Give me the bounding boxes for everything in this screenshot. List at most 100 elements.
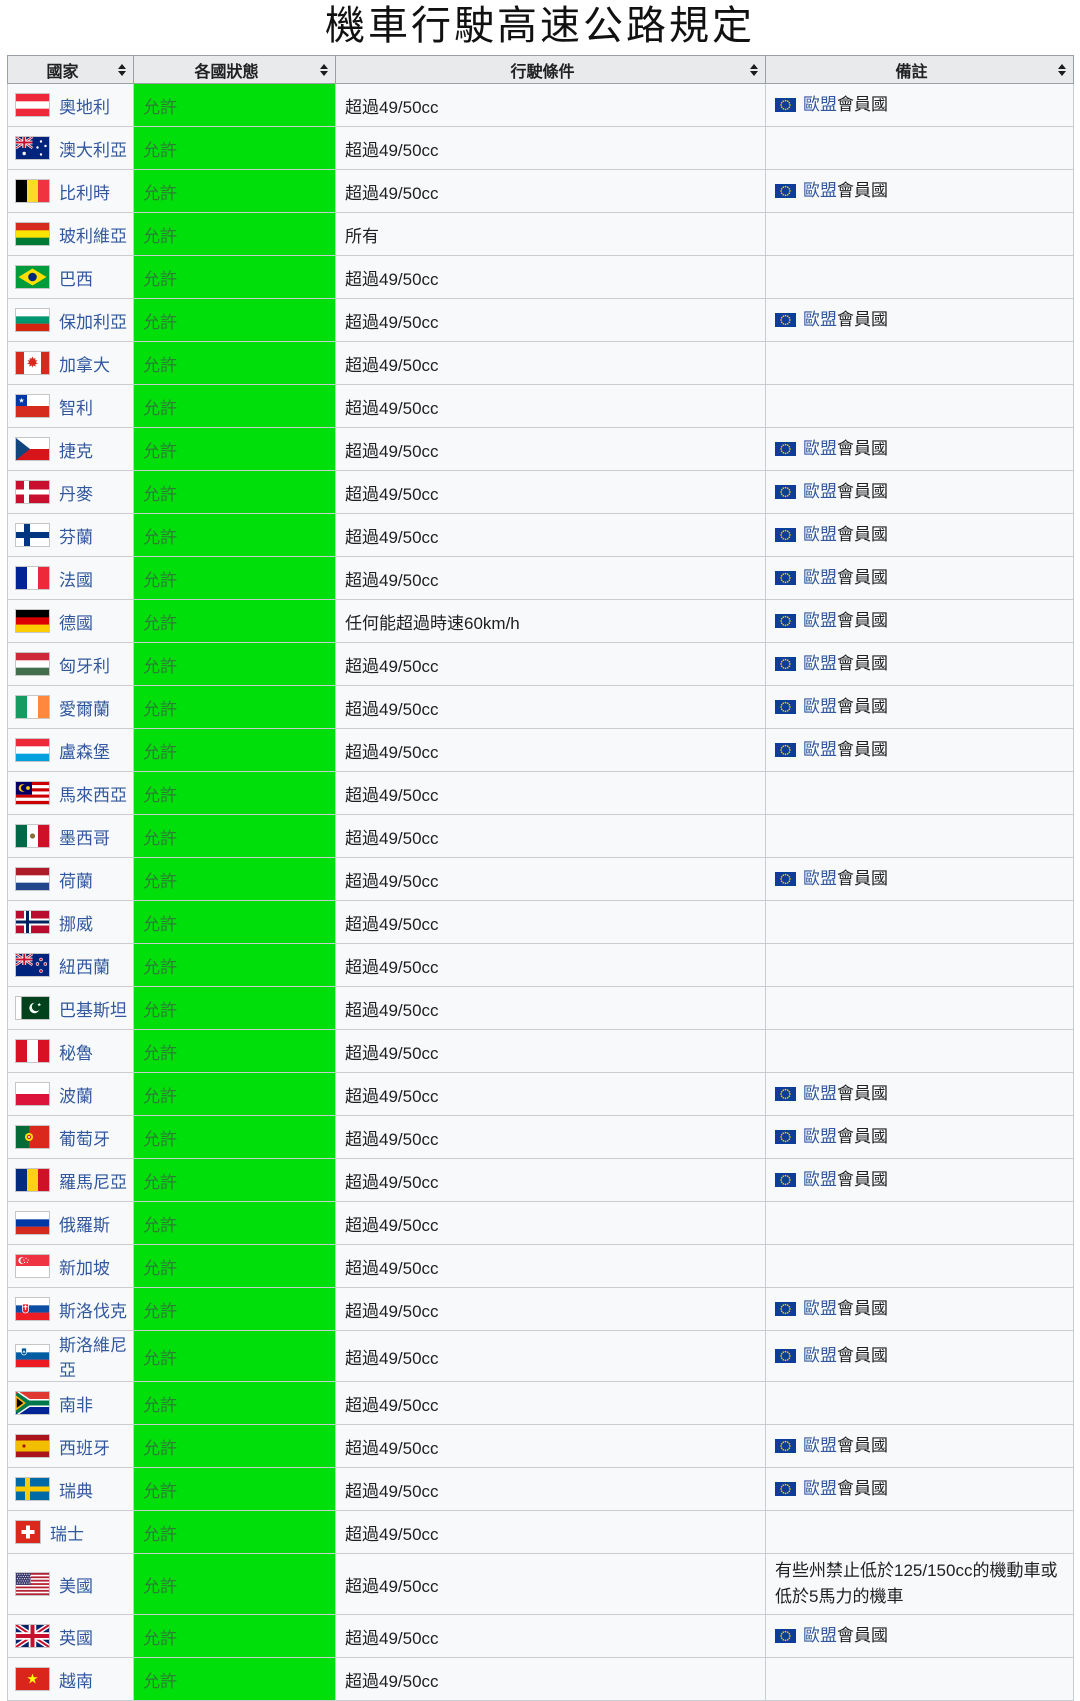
eu-link[interactable]: 歐盟	[803, 1346, 837, 1365]
country-link[interactable]: 法國	[59, 566, 93, 591]
flag-icon-vn[interactable]	[15, 1667, 50, 1691]
country-link[interactable]: 馬來西亞	[59, 781, 127, 806]
sort-icon[interactable]	[1058, 64, 1066, 76]
eu-flag-icon[interactable]	[775, 442, 796, 456]
eu-link[interactable]: 歐盟	[803, 697, 837, 716]
eu-link[interactable]: 歐盟	[803, 654, 837, 673]
country-link[interactable]: 丹麥	[59, 480, 93, 505]
eu-link[interactable]: 歐盟	[803, 1170, 837, 1189]
eu-link[interactable]: 歐盟	[803, 1479, 837, 1498]
country-link[interactable]: 越南	[59, 1667, 93, 1692]
sort-icon[interactable]	[320, 64, 328, 76]
flag-icon-fi[interactable]	[15, 523, 50, 547]
flag-icon-nl[interactable]	[15, 867, 50, 891]
column-header-4[interactable]: 備註	[766, 56, 1074, 84]
country-link[interactable]: 波蘭	[59, 1082, 93, 1107]
flag-icon-sg[interactable]	[15, 1254, 50, 1278]
eu-flag-icon[interactable]	[775, 1173, 796, 1187]
flag-icon-dk[interactable]	[15, 480, 50, 504]
eu-flag-icon[interactable]	[775, 1439, 796, 1453]
flag-icon-pl[interactable]	[15, 1082, 50, 1106]
flag-icon-sk[interactable]	[15, 1297, 50, 1321]
country-link[interactable]: 比利時	[59, 179, 110, 204]
flag-icon-at[interactable]	[15, 93, 50, 117]
eu-link[interactable]: 歐盟	[803, 95, 837, 114]
flag-icon-ro[interactable]	[15, 1168, 50, 1192]
country-link[interactable]: 巴西	[59, 265, 93, 290]
flag-icon-de[interactable]	[15, 609, 50, 633]
eu-flag-icon[interactable]	[775, 657, 796, 671]
flag-icon-es[interactable]	[15, 1434, 50, 1458]
eu-flag-icon[interactable]	[775, 1349, 796, 1363]
eu-flag-icon[interactable]	[775, 614, 796, 628]
flag-icon-ch[interactable]	[15, 1520, 41, 1544]
flag-icon-se[interactable]	[15, 1477, 50, 1501]
flag-icon-pt[interactable]	[15, 1125, 50, 1149]
country-link[interactable]: 愛爾蘭	[59, 695, 110, 720]
flag-icon-au[interactable]	[15, 136, 50, 160]
eu-link[interactable]: 歐盟	[803, 1299, 837, 1318]
sort-icon[interactable]	[118, 64, 126, 76]
country-link[interactable]: 紐西蘭	[59, 953, 110, 978]
country-link[interactable]: 荷蘭	[59, 867, 93, 892]
eu-flag-icon[interactable]	[775, 528, 796, 542]
country-link[interactable]: 羅馬尼亞	[59, 1168, 127, 1193]
country-link[interactable]: 芬蘭	[59, 523, 93, 548]
eu-flag-icon[interactable]	[775, 1302, 796, 1316]
flag-icon-si[interactable]	[15, 1344, 50, 1368]
country-link[interactable]: 盧森堡	[59, 738, 110, 763]
eu-link[interactable]: 歐盟	[803, 869, 837, 888]
country-link[interactable]: 南非	[59, 1391, 93, 1416]
eu-flag-icon[interactable]	[775, 313, 796, 327]
country-link[interactable]: 斯洛伐克	[59, 1297, 127, 1322]
country-link[interactable]: 西班牙	[59, 1434, 110, 1459]
eu-flag-icon[interactable]	[775, 743, 796, 757]
eu-flag-icon[interactable]	[775, 872, 796, 886]
eu-link[interactable]: 歐盟	[803, 1626, 837, 1645]
country-link[interactable]: 捷克	[59, 437, 93, 462]
country-link[interactable]: 奧地利	[59, 93, 110, 118]
country-link[interactable]: 玻利維亞	[59, 222, 127, 247]
country-link[interactable]: 秘魯	[59, 1039, 93, 1064]
flag-icon-gb[interactable]	[15, 1624, 50, 1648]
eu-link[interactable]: 歐盟	[803, 482, 837, 501]
flag-icon-ie[interactable]	[15, 695, 50, 719]
flag-icon-pe[interactable]	[15, 1039, 50, 1063]
country-link[interactable]: 瑞士	[50, 1520, 84, 1545]
eu-link[interactable]: 歐盟	[803, 525, 837, 544]
flag-icon-pk[interactable]	[15, 996, 50, 1020]
country-link[interactable]: 英國	[59, 1624, 93, 1649]
flag-icon-bg[interactable]	[15, 308, 50, 332]
eu-link[interactable]: 歐盟	[803, 181, 837, 200]
column-header-1[interactable]: 國家	[8, 56, 134, 84]
eu-flag-icon[interactable]	[775, 1629, 796, 1643]
flag-icon-no[interactable]	[15, 910, 50, 934]
eu-flag-icon[interactable]	[775, 1130, 796, 1144]
flag-icon-hu[interactable]	[15, 652, 50, 676]
country-link[interactable]: 巴基斯坦	[59, 996, 127, 1021]
country-link[interactable]: 墨西哥	[59, 824, 110, 849]
flag-icon-mx[interactable]	[15, 824, 50, 848]
flag-icon-my[interactable]	[15, 781, 50, 805]
country-link[interactable]: 挪威	[59, 910, 93, 935]
eu-flag-icon[interactable]	[775, 485, 796, 499]
flag-icon-be[interactable]	[15, 179, 50, 203]
eu-link[interactable]: 歐盟	[803, 1127, 837, 1146]
country-link[interactable]: 瑞典	[59, 1477, 93, 1502]
country-link[interactable]: 智利	[59, 394, 93, 419]
country-link[interactable]: 保加利亞	[59, 308, 127, 333]
country-link[interactable]: 加拿大	[59, 351, 110, 376]
sort-icon[interactable]	[750, 64, 758, 76]
eu-link[interactable]: 歐盟	[803, 439, 837, 458]
eu-flag-icon[interactable]	[775, 700, 796, 714]
column-header-2[interactable]: 各國狀態	[134, 56, 336, 84]
eu-flag-icon[interactable]	[775, 571, 796, 585]
eu-link[interactable]: 歐盟	[803, 611, 837, 630]
eu-link[interactable]: 歐盟	[803, 1436, 837, 1455]
flag-icon-us[interactable]	[15, 1572, 50, 1596]
eu-link[interactable]: 歐盟	[803, 310, 837, 329]
flag-icon-ru[interactable]	[15, 1211, 50, 1235]
country-link[interactable]: 葡萄牙	[59, 1125, 110, 1150]
eu-link[interactable]: 歐盟	[803, 740, 837, 759]
flag-icon-lu[interactable]	[15, 738, 50, 762]
